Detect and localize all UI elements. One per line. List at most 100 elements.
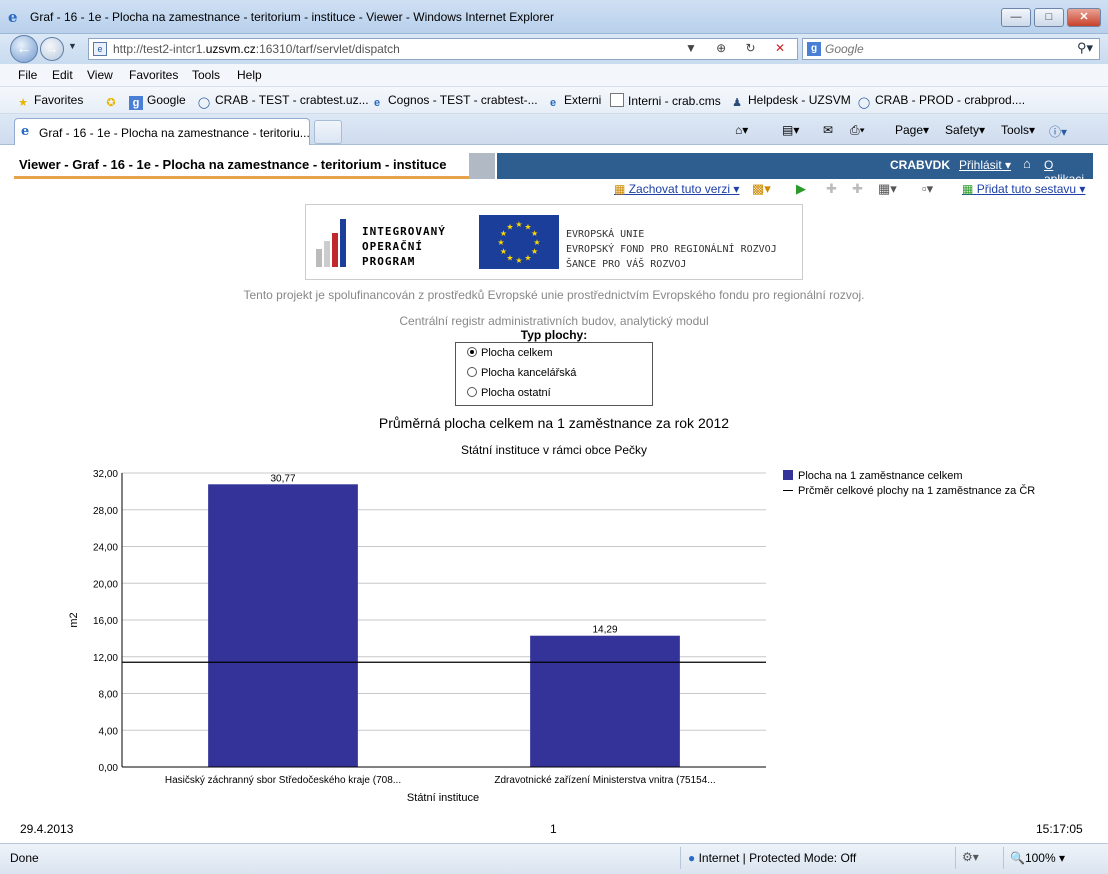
history-dropdown-icon[interactable]: ▼ [68,41,77,51]
star-icon: ★ [18,97,28,109]
run-icon[interactable]: ▶ [796,181,806,197]
report-date: 29.4.2013 [20,822,74,836]
favorite-externi[interactable]: e Externi [546,93,601,110]
maximize-button[interactable]: □ [1034,8,1064,27]
save-version-link[interactable]: ▦ Zachovat tuto verzi ▾ [614,182,739,196]
viewer-divider [469,153,495,179]
favorites-button[interactable]: ★ Favorites [16,93,83,110]
zoom-level[interactable]: 🔍100% ▾ [1010,851,1065,865]
people-icon: ♟ [732,97,742,109]
mail-icon[interactable]: ✉ [823,123,833,137]
tab-title: Graf - 16 - 1e - Plocha na zamestnance -… [39,126,310,140]
svg-text:★: ★ [531,247,538,256]
page-number: 1 [550,822,557,836]
search-box[interactable]: g ⚲▾ [802,38,1100,60]
safety-menu[interactable]: Safety▾ [945,123,985,137]
address-bar[interactable]: e http://test2-intcr1.uzsvm.cz:16310/tar… [88,38,798,60]
filter-label: Typ plochy: [520,328,588,342]
output-format-icon[interactable]: ▩▾ [752,181,771,197]
login-link[interactable]: Přihlásit ▾ [959,158,1011,172]
ie-page-icon: e [21,124,30,139]
crab-icon: ◯ [857,97,871,109]
add-report-link[interactable]: ▦ Přidat tuto sestavu ▾ [962,182,1085,196]
minimize-button[interactable]: — [1001,8,1031,27]
svg-text:★: ★ [497,238,504,247]
menu-favorites[interactable]: Favorites [129,68,178,82]
menu-file[interactable]: File [18,68,37,82]
menu-view[interactable]: View [87,68,113,82]
ie-page-icon: e [549,97,557,109]
crab-icon: ◯ [197,97,211,109]
drill-up-icon: ✚ [852,181,863,196]
radio-plocha-ostatni[interactable]: Plocha ostatní [467,387,551,403]
print-icon[interactable]: ⎙▾ [850,123,865,138]
favorite-helpdesk[interactable]: ♟ Helpdesk - UZSVM [730,93,851,110]
menu-edit[interactable]: Edit [52,68,73,82]
protected-mode-icon[interactable]: ⚙▾ [962,850,979,864]
search-icon[interactable]: ⚲▾ [1077,40,1093,56]
browser-tab[interactable]: e Graf - 16 - 1e - Plocha na zamestnance… [14,118,310,145]
module-caption: Centrální registr administrativních budo… [399,314,709,328]
new-tab-button[interactable] [314,120,342,144]
svg-text:★: ★ [500,247,507,256]
google-icon: g [807,42,821,56]
globe-icon: ● [688,851,696,865]
tab-row: e Graf - 16 - 1e - Plocha na zamestnance… [0,114,1108,145]
feeds-icon[interactable]: ▤▾ [782,123,799,137]
svg-text:★: ★ [506,254,513,263]
tools-menu[interactable]: Tools▾ [1001,123,1035,137]
add-favorite-icon[interactable]: ✪ [104,93,122,110]
viewer-header: Viewer - Graf - 16 - 1e - Plocha na zame… [0,145,1108,186]
svg-text:★: ★ [533,238,540,247]
y-tick-label: 28,00 [93,506,118,517]
page-menu[interactable]: Page▾ [895,123,929,137]
back-button[interactable]: ← [10,35,38,63]
google-icon: g [129,96,143,110]
page-icon [610,93,624,107]
viewer-user-bar: CRABVDK Přihlásit ▾ ⌂ O aplikaci [497,153,1093,186]
home-icon[interactable]: ⌂ [1023,156,1038,171]
menu-bar: File Edit View Favorites Tools Help [0,64,1108,87]
window-title-bar: e Graf - 16 - 1e - Plocha na zamestnance… [0,0,1108,34]
data-label: 30,77 [270,473,295,484]
chart-title: Průměrná plocha celkem na 1 zaměstnance … [378,415,730,431]
favorite-interni[interactable]: Interni - crab.cms [610,93,721,108]
favorite-crab-test[interactable]: ◯ CRAB - TEST - crabtest.uz... [197,93,369,110]
favorite-crab-prod[interactable]: ◯ CRAB - PROD - crabprod.... [857,93,1025,110]
favorite-cognos-test[interactable]: e Cognos - TEST - crabtest-... [370,93,538,110]
x-tick-label: Hasičský záchranný sbor Středočeského kr… [165,775,401,786]
view-icon[interactable]: ▫▾ [922,181,933,197]
forward-button[interactable]: → [40,37,64,61]
bar [530,635,680,767]
svg-text:★: ★ [506,222,513,231]
eu-logo-text: EVROPSKÁ UNIE EVROPSKÝ FOND PRO REGIONÁL… [566,229,777,270]
radio-unchecked-icon [467,367,477,377]
close-window-button[interactable]: ✕ [1067,8,1101,27]
legend-item-reference: Prčměr celkové plochy na 1 zaměstnance z… [783,485,1035,497]
menu-help[interactable]: Help [237,68,262,82]
related-links-icon[interactable]: ▦▾ [878,181,897,197]
report-time: 15:17:05 [1036,822,1083,836]
security-zone[interactable]: ● Internet | Protected Mode: Off [688,851,856,865]
surface-type-filter: Plocha celkem Plocha kancelářská Plocha … [455,342,653,406]
save-version-icon: ▦ [614,182,626,196]
address-toolbar: ← → ▼ e http://test2-intcr1.uzsvm.cz:163… [0,34,1108,64]
legend-line [783,490,793,491]
x-axis-label: Státní instituce [407,792,479,804]
viewer-title: Viewer - Graf - 16 - 1e - Plocha na zame… [14,153,469,179]
address-actions[interactable]: ▼ ⊕ ↻ ✕ [685,41,793,55]
favorite-google[interactable]: g Google [129,93,186,110]
stop-icon: ✕ [774,41,793,55]
search-input[interactable] [825,40,1065,58]
address-url[interactable]: http://test2-intcr1.uzsvm.cz:16310/tarf/… [113,42,400,56]
radio-plocha-kancelarska[interactable]: Plocha kancelářská [467,367,576,383]
home-icon[interactable]: ⌂▾ [735,123,748,137]
iop-logo-text: INTEGROVANÝ OPERAČNÍ PROGRAM [362,225,446,268]
menu-tools[interactable]: Tools [192,68,220,82]
help-icon[interactable]: ⓘ▾ [1049,123,1067,140]
username: CRABVDK [890,158,950,172]
radio-unchecked-icon [467,387,477,397]
svg-text:★: ★ [531,229,538,238]
y-tick-label: 32,00 [93,469,118,480]
radio-plocha-celkem[interactable]: Plocha celkem [467,347,553,363]
